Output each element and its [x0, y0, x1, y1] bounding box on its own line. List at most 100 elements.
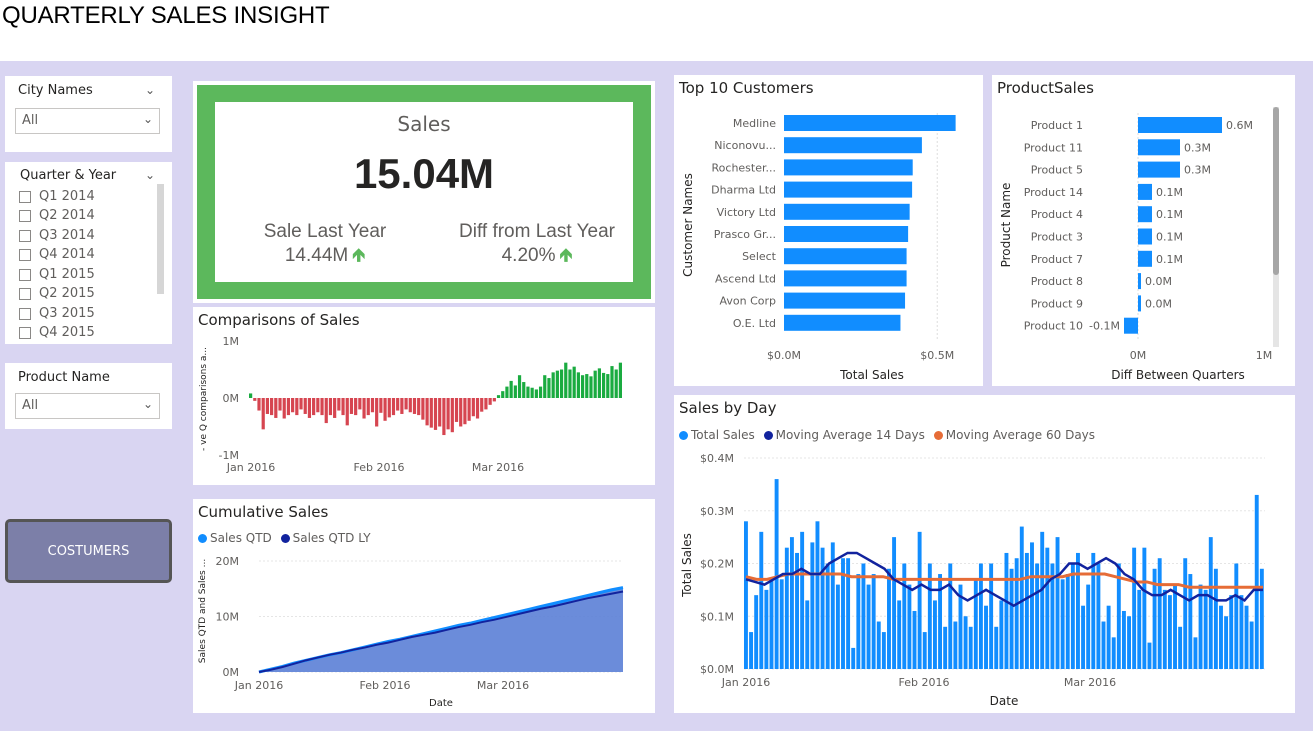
bar — [876, 621, 881, 669]
product-slicer[interactable]: Product Name All ⌄ — [5, 363, 172, 429]
bar — [1208, 537, 1213, 669]
checkbox[interactable] — [19, 229, 31, 242]
bar — [312, 398, 316, 416]
bar — [589, 376, 593, 398]
checkbox[interactable] — [19, 326, 31, 339]
bar — [1086, 584, 1091, 669]
quarter-option[interactable]: Q2 2014 — [19, 208, 95, 223]
bar — [572, 366, 576, 398]
bar — [1065, 574, 1070, 669]
bar — [387, 398, 391, 418]
bar — [953, 621, 958, 669]
scrollbar-thumb[interactable] — [1273, 107, 1279, 275]
quarter-option[interactable]: Q4 2014 — [19, 247, 95, 262]
bar — [1249, 621, 1254, 669]
bar — [513, 385, 517, 398]
city-dropdown[interactable]: All ⌄ — [15, 108, 160, 134]
checkbox[interactable] — [19, 190, 31, 203]
y-tick-label: 10M — [216, 611, 240, 624]
bar — [968, 626, 973, 669]
bar — [526, 386, 530, 398]
quarter-option[interactable]: Q1 2014 — [19, 189, 95, 204]
bar — [881, 632, 886, 669]
category-label: Avon Corp — [719, 295, 776, 308]
bar — [421, 398, 425, 420]
bar — [341, 398, 345, 416]
quarter-option[interactable]: Q1 2015 — [19, 267, 95, 282]
up-arrow-icon: 🡹 — [559, 245, 573, 265]
bar — [1147, 642, 1152, 669]
bar — [349, 398, 354, 414]
bar — [282, 398, 286, 419]
title-bar: QUARTERLY SALES INSIGHT — [0, 0, 1313, 61]
bar — [307, 398, 312, 418]
bar — [922, 632, 927, 669]
bar — [744, 521, 748, 669]
bar — [1138, 183, 1152, 200]
bar — [517, 375, 522, 398]
productsales-card: ProductSales Product 1 0.6M Product 11 0.3M… — [992, 75, 1295, 386]
bar — [1030, 542, 1034, 669]
bar — [907, 584, 912, 669]
bar — [249, 393, 253, 398]
scrollbar[interactable] — [1273, 107, 1279, 347]
bar — [488, 398, 492, 405]
category-label: Product 4 — [1031, 208, 1083, 221]
bar — [370, 398, 375, 413]
bar — [999, 600, 1004, 669]
category-label: Product 9 — [1031, 297, 1083, 310]
bar — [784, 203, 910, 220]
bar — [1138, 228, 1152, 245]
checkbox[interactable] — [19, 268, 31, 281]
quarter-slicer[interactable]: Quarter & Year ⌄ Q1 2014 Q2 2014 Q3 2014… — [5, 162, 172, 344]
bar — [1040, 531, 1045, 669]
bar — [779, 579, 784, 669]
chevron-down-icon: ⌄ — [142, 397, 153, 411]
bar — [789, 537, 794, 669]
bar — [391, 398, 396, 416]
bar — [576, 372, 580, 398]
product-slicer-label: Product Name — [18, 370, 110, 385]
bar — [1167, 595, 1172, 669]
bar — [450, 398, 454, 433]
checkbox[interactable] — [19, 287, 31, 300]
bar — [1244, 605, 1249, 669]
quarter-option[interactable]: Q3 2014 — [19, 228, 95, 243]
bar — [253, 398, 257, 401]
bar — [866, 584, 871, 669]
bar — [446, 398, 450, 430]
bar — [417, 398, 421, 416]
quarter-option[interactable]: Q2 2015 — [19, 286, 95, 301]
bar — [1060, 579, 1065, 669]
quarter-option[interactable]: Q3 2015 — [19, 306, 95, 321]
bar — [1106, 605, 1111, 669]
bar — [1101, 621, 1106, 669]
checkbox[interactable] — [19, 307, 31, 320]
product-dropdown[interactable]: All ⌄ — [15, 393, 160, 419]
bar — [270, 398, 274, 416]
kpi-inner: Sales 15.04M Sale Last Year 14.44M 🡹 Diff… — [215, 102, 633, 282]
checkbox[interactable] — [19, 209, 31, 222]
bar — [856, 574, 861, 669]
y-axis-label: Product Name — [999, 183, 1013, 268]
y-tick-label: 0M — [223, 392, 240, 405]
chevron-down-icon[interactable]: ⌄ — [145, 168, 155, 182]
bar — [475, 398, 480, 419]
bar — [404, 398, 408, 410]
costumers-button[interactable]: COSTUMERS — [5, 519, 172, 583]
scrollbar[interactable] — [157, 184, 164, 294]
checkbox[interactable] — [19, 248, 31, 261]
data-label: 0.6M — [1226, 119, 1253, 132]
x-tick-label: Mar 2016 — [477, 679, 529, 692]
bar — [784, 547, 789, 669]
productsales-chart: Product 1 0.6M Product 11 0.3M Product 5 0.3M… — [999, 113, 1272, 382]
x-axis-label: Total Sales — [839, 368, 904, 382]
y-axis-label: - ve Q comparisons a... — [199, 347, 209, 451]
bar — [597, 368, 601, 398]
quarter-option[interactable]: Q4 2015 — [19, 325, 95, 340]
cumulative-card: Cumulative Sales Sales QTD Sales QTD LY … — [193, 499, 655, 713]
city-slicer[interactable]: City Names ⌄ All ⌄ — [5, 76, 172, 152]
bar — [555, 370, 559, 398]
chevron-down-icon[interactable]: ⌄ — [145, 83, 155, 97]
bar — [1229, 595, 1234, 669]
